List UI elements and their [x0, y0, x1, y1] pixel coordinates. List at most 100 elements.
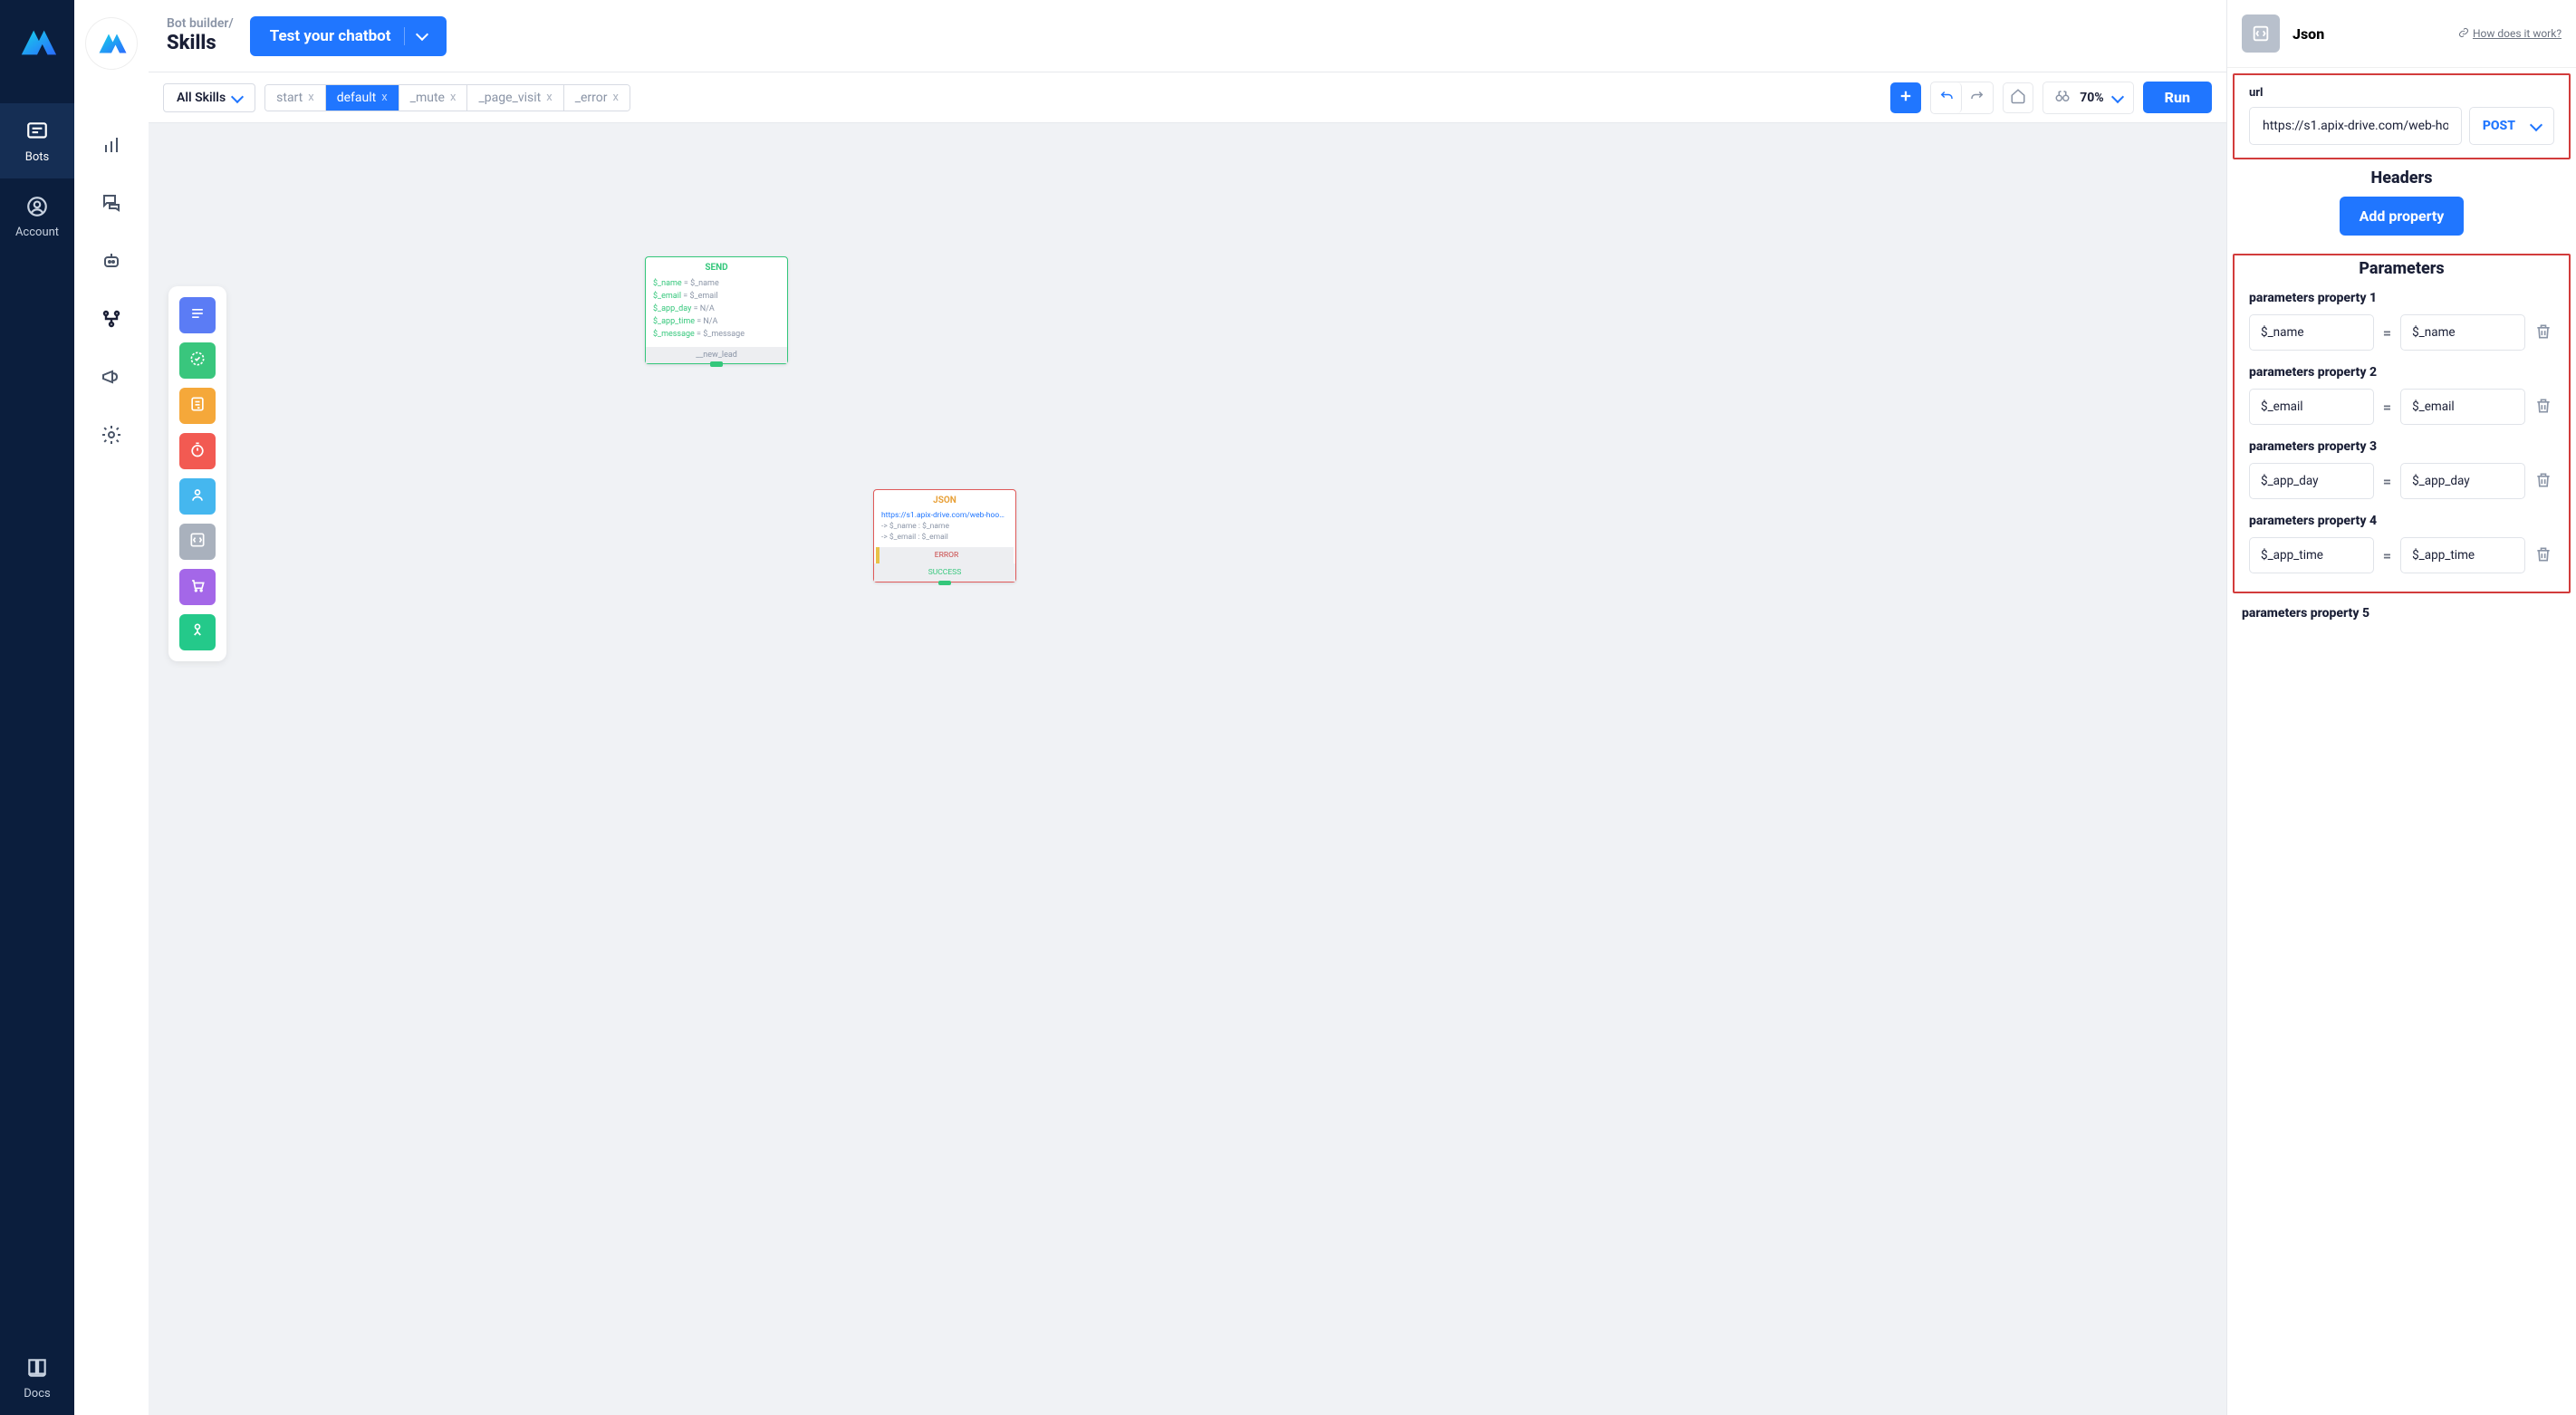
- equals-sign: =: [2383, 473, 2391, 490]
- equals-sign: =: [2383, 324, 2391, 342]
- run-button[interactable]: Run: [2143, 82, 2212, 113]
- delete-param-button[interactable]: [2534, 322, 2554, 342]
- account-icon: [24, 193, 51, 220]
- sec-conversations[interactable]: [91, 185, 131, 225]
- param-key-input[interactable]: [2249, 314, 2374, 351]
- node-title: SEND: [646, 257, 787, 276]
- param-key-input[interactable]: [2249, 463, 2374, 499]
- tab-page-visit[interactable]: _page_visitx: [467, 85, 563, 111]
- stopwatch-icon: [188, 440, 207, 462]
- undo-icon: [1938, 88, 1955, 108]
- check-circle-icon: [188, 350, 207, 371]
- node-url: https://s1.apix-drive.com/web-hooks...: [874, 507, 1015, 522]
- delete-param-button[interactable]: [2534, 397, 2554, 417]
- close-icon[interactable]: x: [381, 91, 387, 104]
- megaphone-icon: [101, 366, 122, 391]
- node-output[interactable]: __new_lead: [646, 347, 787, 363]
- tab-error[interactable]: _errorx: [564, 85, 630, 111]
- palette-form-block[interactable]: [179, 388, 216, 424]
- add-button[interactable]: [1890, 82, 1921, 113]
- sec-settings[interactable]: [91, 417, 131, 457]
- tab-start[interactable]: startx: [265, 85, 326, 111]
- palette-condition-block[interactable]: [179, 342, 216, 379]
- zoom-control[interactable]: 70%: [2043, 82, 2133, 114]
- cart-icon: [188, 576, 207, 598]
- test-chatbot-button[interactable]: Test your chatbot: [250, 16, 447, 56]
- webhook-icon: [188, 621, 207, 643]
- sec-bot[interactable]: [91, 243, 131, 283]
- param-value-input[interactable]: [2400, 389, 2525, 425]
- chevron-down-icon: [231, 90, 244, 102]
- url-input[interactable]: [2249, 107, 2462, 145]
- sec-broadcast[interactable]: [91, 359, 131, 399]
- undo-button[interactable]: [1931, 82, 1962, 113]
- redo-button[interactable]: [1962, 82, 1993, 113]
- flow-node-json[interactable]: JSON https://s1.apix-drive.com/web-hooks…: [873, 489, 1016, 582]
- flow-icon: [101, 308, 122, 333]
- palette-timer-block[interactable]: [179, 433, 216, 469]
- bot-head-icon: [101, 250, 122, 275]
- nav-account[interactable]: Account: [0, 178, 74, 254]
- node-success-output[interactable]: SUCCESS: [874, 563, 1015, 582]
- palette-user-block[interactable]: [179, 478, 216, 515]
- redo-icon: [1969, 88, 1985, 108]
- tab-mute[interactable]: _mutex: [399, 85, 468, 111]
- parameters-title: Parameters: [2235, 255, 2569, 287]
- sec-analytics[interactable]: [91, 127, 131, 167]
- delete-param-button[interactable]: [2534, 545, 2554, 565]
- skills-filter-label: All Skills: [177, 91, 226, 105]
- app-logo-icon: [16, 22, 58, 63]
- palette-cart-block[interactable]: [179, 569, 216, 605]
- url-section-highlight: url POST: [2233, 73, 2571, 159]
- link-icon: [2458, 27, 2469, 41]
- help-link[interactable]: How does it work?: [2458, 27, 2562, 41]
- delete-param-button[interactable]: [2534, 471, 2554, 491]
- node-error-output[interactable]: ERROR: [876, 547, 1014, 563]
- project-logo[interactable]: [86, 18, 137, 69]
- chevron-down-icon: [2530, 119, 2542, 131]
- text-block-icon: [188, 304, 207, 326]
- close-icon[interactable]: x: [546, 91, 552, 104]
- close-icon[interactable]: x: [308, 91, 313, 104]
- nav-docs[interactable]: Docs: [0, 1340, 74, 1415]
- home-icon: [2010, 88, 2026, 108]
- param-5: parameters property 5: [2227, 599, 2576, 640]
- topbar: Bot builder/ Skills Test your chatbot: [149, 0, 2226, 72]
- close-icon[interactable]: x: [613, 91, 619, 104]
- param-value-input[interactable]: [2400, 537, 2525, 573]
- plus-icon: [1898, 88, 1914, 108]
- param-value-input[interactable]: [2400, 463, 2525, 499]
- home-button[interactable]: [2003, 82, 2033, 113]
- skills-filter[interactable]: All Skills: [163, 83, 255, 112]
- param-1: parameters property 1 =: [2235, 287, 2569, 361]
- subbar: All Skills startx defaultx _mutex _page_…: [149, 72, 2226, 123]
- param-key-input[interactable]: [2249, 389, 2374, 425]
- nav-bots-label: Bots: [25, 150, 49, 164]
- flow-canvas[interactable]: SEND $_name = $_name $_email = $_email $…: [149, 123, 2226, 1415]
- param-key-input[interactable]: [2249, 537, 2374, 573]
- inspector-panel: Json How does it work? url POST Headers …: [2226, 0, 2576, 1415]
- node-mappings: -> $_name : $_name -> $_email : $_email: [874, 522, 1015, 547]
- tab-default[interactable]: defaultx: [326, 85, 399, 111]
- flow-node-send[interactable]: SEND $_name = $_name $_email = $_email $…: [645, 256, 788, 364]
- chat-icon: [24, 118, 51, 145]
- http-method-select[interactable]: POST: [2469, 107, 2554, 145]
- chevron-down-icon: [404, 27, 427, 45]
- test-chatbot-label: Test your chatbot: [270, 27, 391, 45]
- palette-json-block[interactable]: [179, 524, 216, 560]
- add-property-button[interactable]: Add property: [2340, 197, 2465, 236]
- headers-title: Headers: [2227, 165, 2576, 197]
- bar-chart-icon: [101, 134, 122, 159]
- palette-webhook-block[interactable]: [179, 614, 216, 650]
- chevron-down-icon: [2111, 90, 2124, 102]
- param-value-input[interactable]: [2400, 314, 2525, 351]
- close-icon[interactable]: x: [450, 91, 456, 104]
- nav-bots[interactable]: Bots: [0, 103, 74, 178]
- binoculars-icon: [2054, 88, 2071, 108]
- sec-flow[interactable]: [91, 301, 131, 341]
- palette-text-block[interactable]: [179, 297, 216, 333]
- block-palette: [168, 286, 226, 661]
- inspector-header: Json How does it work?: [2227, 0, 2576, 68]
- flow-connectors: [149, 123, 420, 259]
- code-box-icon: [188, 531, 207, 553]
